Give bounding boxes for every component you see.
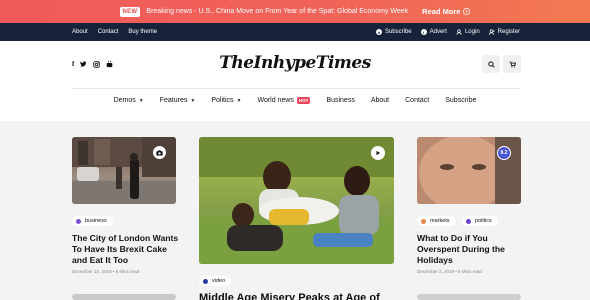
tag-label: markets: [430, 218, 450, 224]
tag-politics[interactable]: politics: [462, 216, 498, 226]
article-read-time: 5 Mins read: [115, 269, 140, 274]
cart-icon: [509, 61, 516, 68]
nav-label: Demos: [113, 97, 136, 104]
nav-item-politics[interactable]: Politics ▼: [203, 97, 249, 104]
tag-dot: [76, 218, 81, 224]
top-link-buy-theme[interactable]: Buy theme: [128, 29, 157, 35]
header-divider: [72, 88, 520, 89]
tag-business[interactable]: business: [72, 216, 113, 226]
search-button[interactable]: [482, 55, 500, 73]
advert-label: Advert: [429, 29, 447, 35]
cart-button[interactable]: [503, 55, 521, 73]
nav-label: World news: [257, 97, 294, 104]
review-score-badge: 8.2: [497, 146, 511, 160]
tag-label: business: [85, 218, 107, 224]
article-read-time: 5 Mins read: [458, 269, 482, 274]
subscribe-label: Subscribe: [384, 29, 412, 35]
nav-item-world-news[interactable]: World news HOT: [249, 97, 318, 104]
login-label: Login: [464, 29, 480, 35]
tag-label: politics: [475, 218, 492, 224]
article-title-london[interactable]: The City of London Wants To Have Its Bre…: [72, 233, 180, 266]
nav-item-features[interactable]: Features ▼: [152, 97, 204, 104]
site-logo[interactable]: TheInhypeTimes: [0, 53, 590, 73]
nav-label: Business: [326, 97, 355, 104]
read-more-link[interactable]: Read More: [422, 7, 471, 16]
login-link[interactable]: Login: [456, 29, 480, 35]
hot-badge: HOT: [296, 97, 311, 104]
top-bar: About Contact Buy theme ● Subscribe i Ad…: [0, 23, 590, 41]
user-icon: [456, 29, 462, 35]
nav-label: About: [370, 97, 390, 104]
nav-label: Features: [159, 97, 188, 104]
article-meta-holidays: December 2, 2019 • 5 Mins read: [417, 269, 482, 274]
nav-item-about[interactable]: About: [363, 97, 397, 104]
info-icon: i: [420, 29, 427, 35]
article-image-next-left[interactable]: [72, 294, 176, 300]
article-date: December 10, 2019: [72, 269, 112, 274]
family-photo-image: [199, 137, 394, 264]
article-meta-london: December 10, 2019 • 5 Mins read: [72, 269, 140, 274]
arrow-right-icon: [463, 8, 471, 15]
nav-item-contact[interactable]: Contact: [397, 97, 437, 104]
article-title-holidays[interactable]: What to Do if You Overspent During the H…: [417, 233, 521, 266]
nav-label: Contact: [405, 97, 430, 104]
user-plus-icon: [488, 29, 495, 35]
breaking-news-text[interactable]: Breaking news - U.S., China Move on From…: [146, 8, 408, 15]
top-link-about[interactable]: About: [72, 29, 88, 35]
nav-label: Subscribe: [445, 97, 477, 104]
top-links: About Contact Buy theme: [72, 29, 157, 35]
play-video-button[interactable]: [371, 146, 385, 160]
article-title-middle-age[interactable]: Middle Age Misery Peaks at Age of: [199, 292, 380, 300]
top-link-contact[interactable]: Contact: [98, 29, 119, 35]
subscribe-link[interactable]: ● Subscribe: [375, 29, 412, 35]
nav-item-business[interactable]: Business: [318, 97, 362, 104]
tag-dot: [203, 278, 208, 284]
gallery-badge: [153, 146, 166, 159]
nav-label: Politics: [211, 97, 234, 104]
breaking-news-bar: NEW Breaking news - U.S., China Move on …: [0, 0, 590, 23]
site-header: f TheInhypeTimes Demos ▼ Features ▼ Politi…: [0, 41, 590, 121]
article-image-next-right[interactable]: [417, 294, 521, 300]
read-more-label: Read More: [422, 7, 461, 16]
register-label: Register: [497, 29, 520, 35]
chevron-down-icon: ▼: [190, 97, 196, 104]
chevron-down-icon: ▼: [236, 97, 242, 104]
main-nav: Demos ▼ Features ▼ Politics ▼ World news HOT…: [0, 97, 590, 104]
chevron-down-icon: ▼: [138, 97, 144, 104]
play-icon: [376, 150, 381, 156]
top-actions: ● Subscribe i Advert Login Register: [375, 29, 520, 35]
nav-item-demos[interactable]: Demos ▼: [106, 97, 152, 104]
new-badge: NEW: [119, 6, 141, 17]
camera-icon: [156, 149, 163, 155]
tag-dot: [466, 218, 471, 224]
tag-label: video: [212, 278, 226, 284]
tag-video[interactable]: video: [199, 276, 232, 286]
register-link[interactable]: Register: [488, 29, 520, 35]
article-image-family[interactable]: [199, 137, 394, 264]
nav-item-subscribe[interactable]: Subscribe: [437, 97, 484, 104]
advert-link[interactable]: i Advert: [420, 29, 447, 35]
bell-icon: ●: [375, 29, 382, 35]
tag-markets[interactable]: markets: [417, 216, 456, 226]
article-date: December 2, 2019: [417, 269, 455, 274]
search-icon: [487, 60, 495, 68]
tag-dot: [421, 218, 426, 224]
